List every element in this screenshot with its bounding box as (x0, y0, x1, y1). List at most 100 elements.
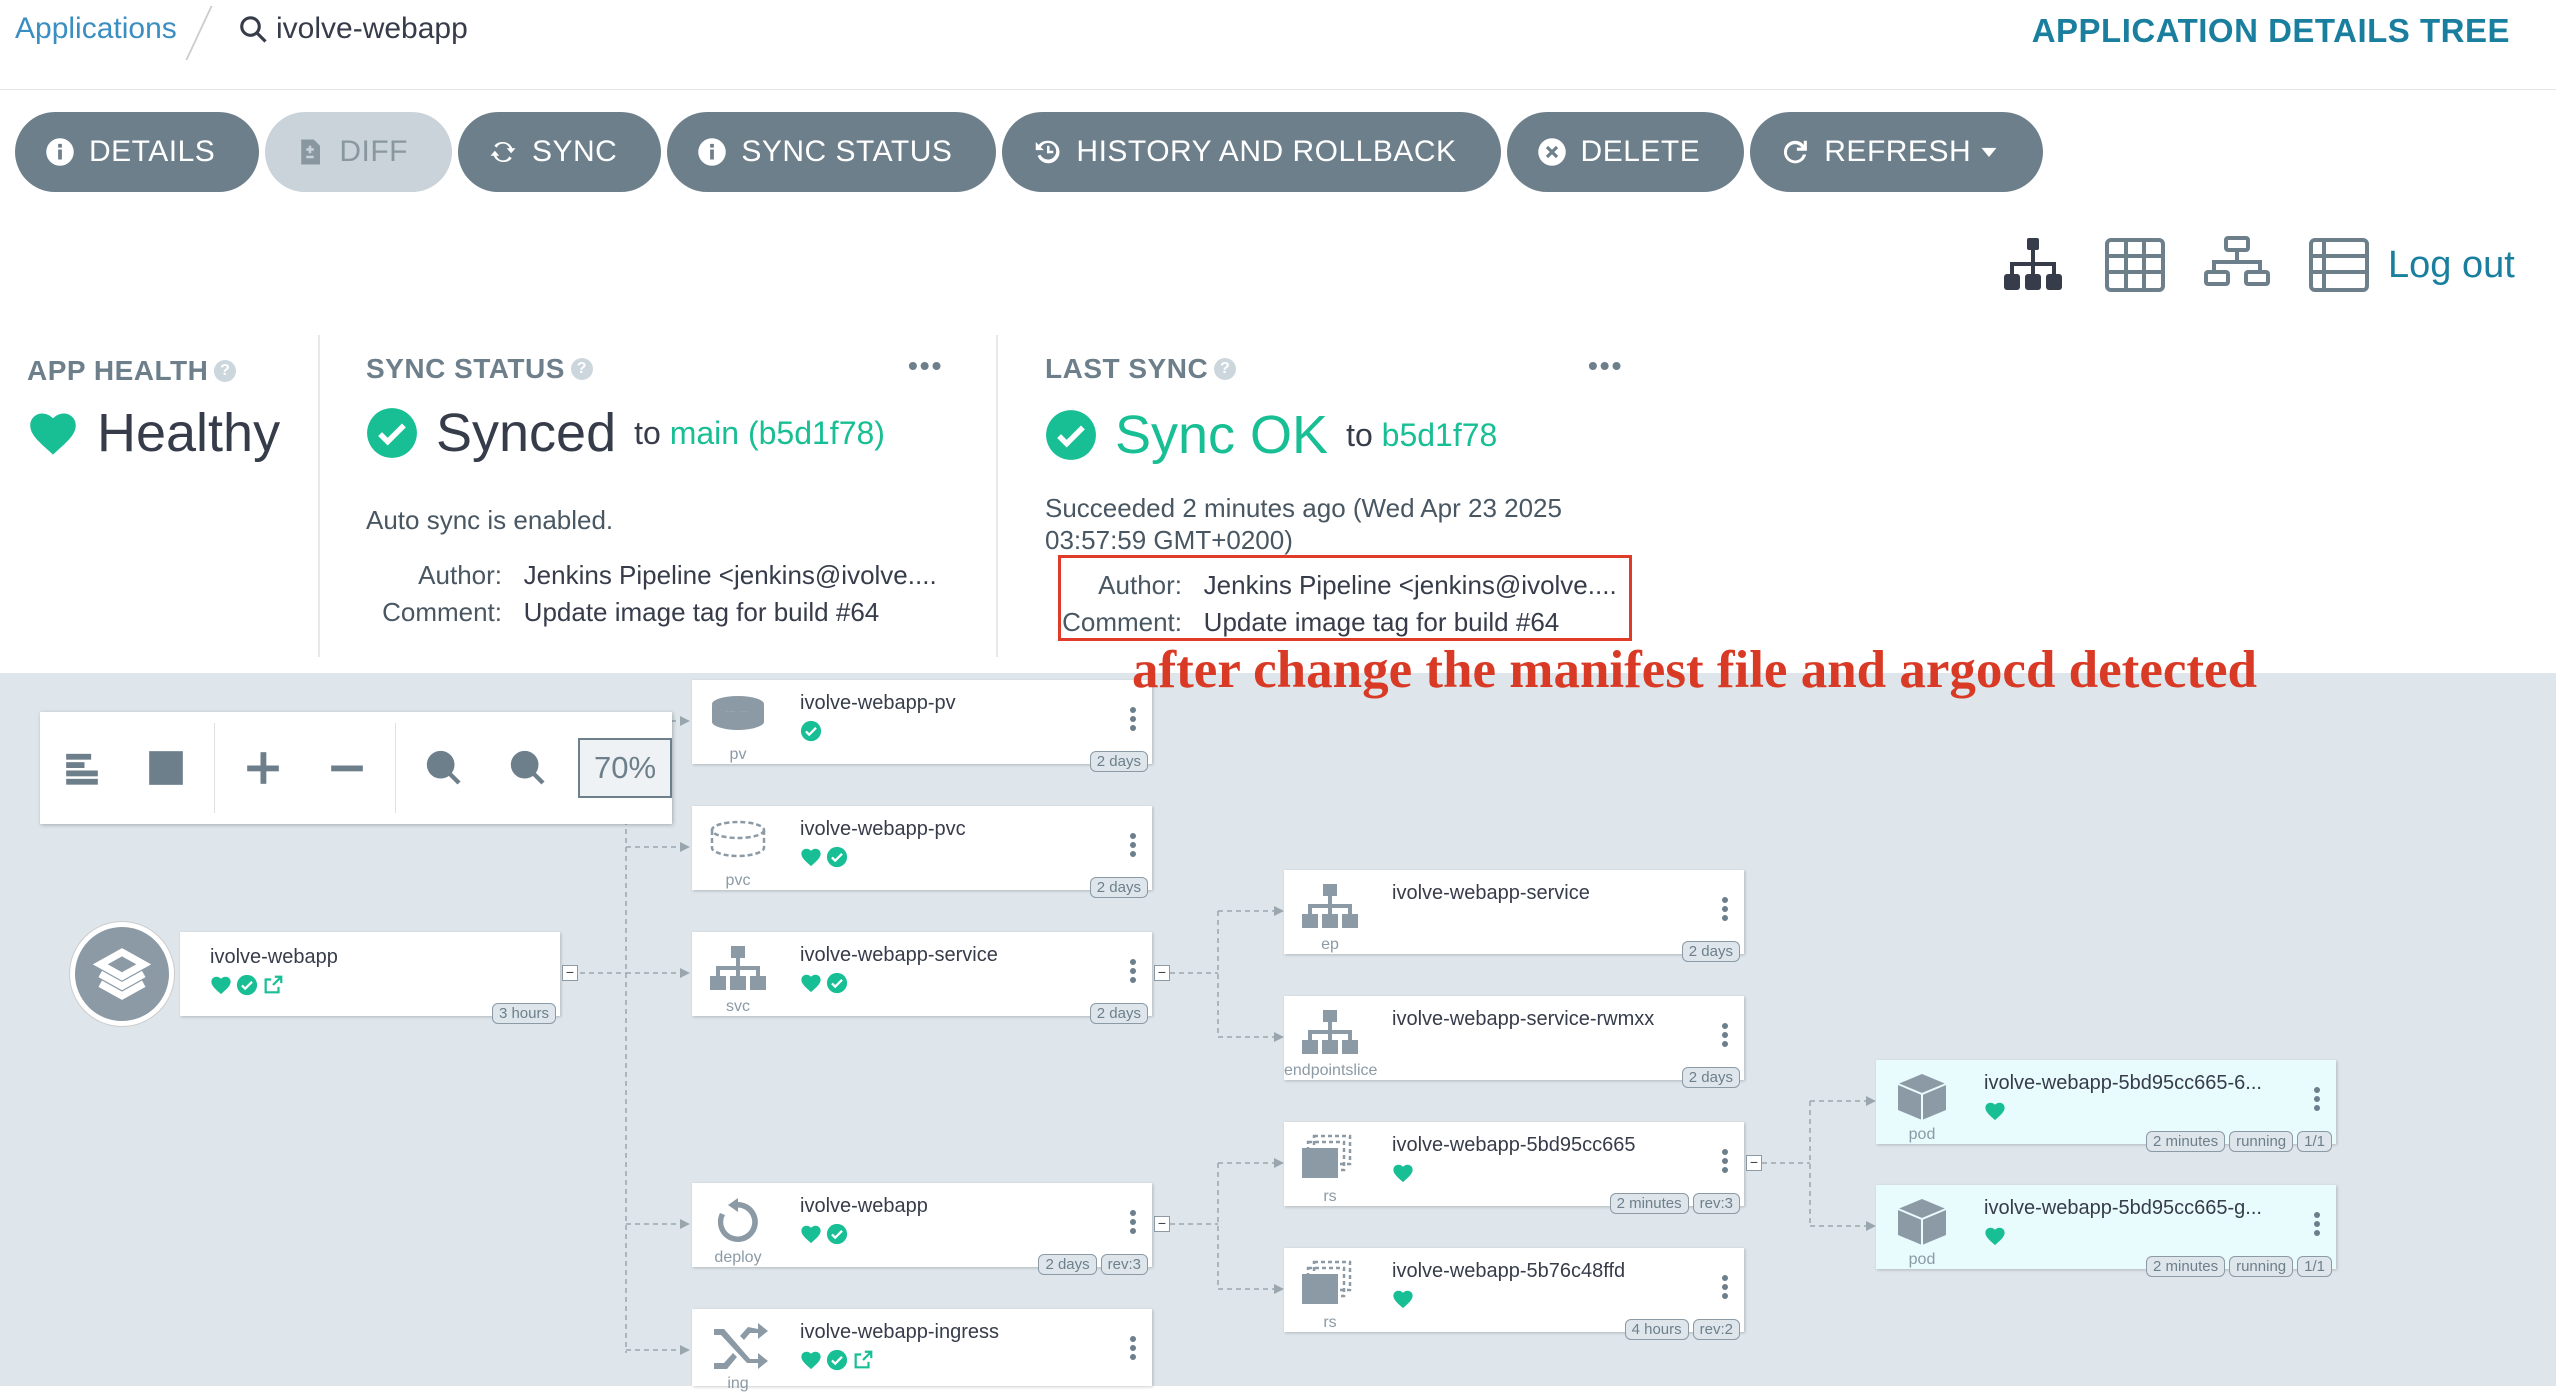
details-button[interactable]: DETAILS (15, 112, 260, 192)
resource-node-pv[interactable]: pv ivolve-webapp-pv 2 days (692, 680, 1152, 772)
svc-icon (708, 944, 768, 994)
rs-icon (1300, 1260, 1360, 1310)
check-circle-icon (826, 1223, 848, 1245)
last-sync-to-label: to (1346, 416, 1373, 453)
app-root-node-icon[interactable] (70, 922, 174, 1026)
node-tag: 2 days (1681, 1067, 1740, 1088)
breadcrumb-applications-link[interactable]: Applications (15, 12, 177, 46)
breadcrumb-app-name: ivolve-webapp (276, 12, 468, 45)
collapse-toggle[interactable]: − (1154, 1216, 1170, 1232)
grid-view-icon[interactable] (2102, 236, 2168, 294)
resource-node-ep[interactable]: ep ivolve-webapp-service 2 days (1284, 870, 1744, 962)
last-sync-revision-link[interactable]: b5d1f78 (1382, 417, 1498, 453)
deploy-icon (708, 1195, 768, 1245)
heart-icon (801, 1351, 821, 1370)
sync-branch-link[interactable]: main (b5d1f78) (670, 415, 885, 451)
resource-node-ing[interactable]: ing ivolve-webapp-ingress (692, 1309, 1152, 1392)
check-circle-icon (826, 972, 848, 994)
sync-status-more-button[interactable]: ••• (908, 350, 943, 382)
node-name: ivolve-webapp (210, 946, 338, 968)
node-tag: 1/1 (2297, 1131, 2332, 1152)
resource-node-rs[interactable]: rs ivolve-webapp-5b76c48ffd 4 hours rev:2 (1284, 1248, 1744, 1340)
node-name: ivolve-webapp-5b76c48ffd (1392, 1260, 1626, 1282)
resource-node-pod[interactable]: pod ivolve-webapp-5bd95cc665-g... 2 minute… (1876, 1185, 2336, 1277)
node-menu-button[interactable] (2314, 1084, 2322, 1114)
node-tag: running (2229, 1131, 2294, 1152)
node-status (800, 1349, 874, 1371)
heart-icon (801, 974, 821, 993)
help-icon[interactable]: ? (214, 360, 237, 382)
network-view-icon[interactable] (2204, 236, 2270, 294)
delete-button[interactable]: DELETE (1506, 112, 1745, 192)
collapse-toggle[interactable]: − (562, 965, 578, 981)
tree-view-icon[interactable] (2000, 236, 2066, 294)
plus-icon (247, 752, 279, 784)
fit-to-screen-button[interactable] (124, 726, 208, 810)
node-menu-button[interactable] (1130, 956, 1138, 986)
node-menu-button[interactable] (1130, 1207, 1138, 1237)
node-menu-button[interactable] (1722, 1272, 1730, 1302)
app-health-value: Healthy (27, 402, 280, 464)
node-menu-button[interactable] (1722, 894, 1730, 924)
sync-button[interactable]: SYNC (457, 112, 662, 192)
resource-node-deploy[interactable]: deploy ivolve-webapp 2 days rev:3 (692, 1183, 1152, 1275)
node-kind: svc (726, 998, 750, 1015)
node-menu-button[interactable] (2314, 1209, 2322, 1239)
breadcrumb-current-app[interactable]: ivolve-webapp (238, 12, 468, 46)
refresh-icon (1784, 140, 1808, 164)
node-tags: 2 days (1089, 1003, 1148, 1024)
external-link-icon[interactable] (852, 1349, 874, 1371)
node-name: ivolve-webapp (800, 1195, 928, 1217)
app-root-node[interactable]: ivolve-webapp 3 hours (180, 932, 560, 1024)
sync-status-button[interactable]: SYNC STATUS (667, 112, 997, 192)
node-menu-button[interactable] (1130, 830, 1138, 860)
help-icon[interactable]: ? (570, 358, 593, 380)
resource-node-pod[interactable]: pod ivolve-webapp-5bd95cc665-6... 2 minute… (1876, 1060, 2336, 1152)
node-tags: 2 minutes running 1/1 (2146, 1131, 2332, 1152)
resource-node-rs[interactable]: rs ivolve-webapp-5bd95cc665 2 minutes rev:3 (1284, 1122, 1744, 1214)
node-tag: 2 days (1089, 1003, 1148, 1024)
node-menu-button[interactable] (1722, 1020, 1730, 1050)
node-status (1392, 1288, 1414, 1310)
last-sync-text: Sync OK (1115, 405, 1329, 465)
zoom-in-button[interactable] (402, 726, 486, 810)
diff-button[interactable]: DIFF (265, 112, 452, 192)
node-kind: endpointslice (1284, 1062, 1378, 1079)
check-circle-icon (800, 720, 822, 742)
align-left-button[interactable] (40, 726, 124, 810)
collapse-all-button[interactable] (305, 726, 389, 810)
status-divider (318, 335, 320, 657)
minus-icon (331, 765, 363, 772)
collapse-toggle[interactable]: − (1746, 1155, 1762, 1171)
check-circle-icon (367, 408, 417, 458)
node-tag: rev:3 (1100, 1254, 1148, 1275)
resource-node-endpointslice[interactable]: endpointslice ivolve-webapp-service-rwmxx… (1284, 996, 1744, 1088)
comment-value: Update image tag for build #64 (523, 597, 880, 627)
history-rollback-button[interactable]: HISTORY AND ROLLBACK (1002, 112, 1501, 192)
zoom-out-button[interactable] (486, 726, 570, 810)
resource-node-pvc[interactable]: pvc ivolve-webapp-pvc 2 days (692, 806, 1152, 898)
node-tag: 1/1 (2297, 1256, 2332, 1277)
node-tag: 2 days (1089, 751, 1148, 772)
collapse-toggle[interactable]: − (1154, 965, 1170, 981)
annotation-text: after change the manifest file and argoc… (1132, 641, 2258, 699)
expand-all-button[interactable] (221, 726, 305, 810)
node-name: ivolve-webapp-pvc (800, 818, 966, 840)
resource-node-svc[interactable]: svc ivolve-webapp-service 2 days (692, 932, 1152, 1024)
top-bar: Applications ivolve-webapp APPLICATION D… (0, 0, 2556, 90)
external-link-icon[interactable] (262, 974, 284, 996)
help-icon[interactable]: ? (1214, 358, 1237, 380)
node-menu-button[interactable] (1130, 1333, 1138, 1363)
list-view-icon[interactable] (2306, 236, 2372, 294)
node-menu-button[interactable] (1722, 1146, 1730, 1176)
sync-author-row: Author: Jenkins Pipeline <jenkins@ivolve… (366, 560, 937, 591)
comment-label: Comment: (382, 597, 502, 627)
last-sync-more-button[interactable]: ••• (1588, 350, 1623, 382)
sync-icon (490, 141, 516, 163)
info-icon (46, 138, 74, 166)
refresh-button[interactable]: REFRESH (1750, 112, 2044, 192)
heart-icon (1393, 1164, 1413, 1183)
logout-link[interactable]: Log out (2388, 244, 2515, 287)
last-sync-succeeded-line2: 03:57:59 GMT+0200) (1045, 525, 1293, 555)
node-menu-button[interactable] (1130, 704, 1138, 734)
